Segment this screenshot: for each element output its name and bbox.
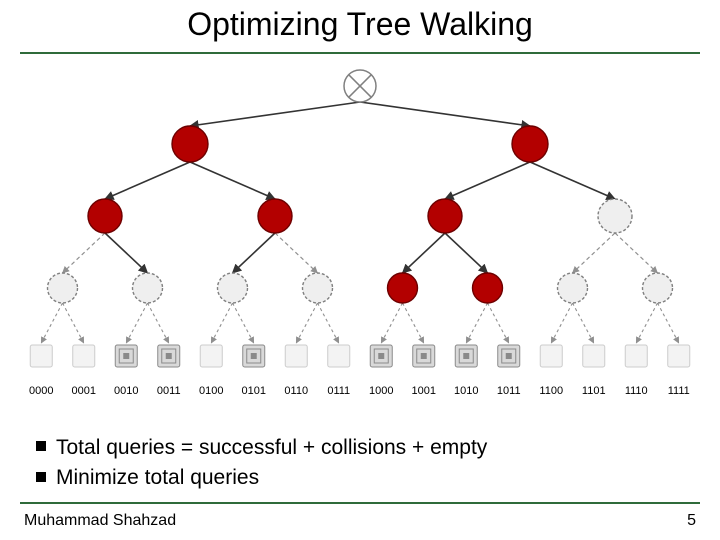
bullet-icon: [36, 441, 46, 451]
footer-page: 5: [687, 512, 696, 530]
svg-text:1110: 1110: [625, 385, 648, 397]
bullet-list: Total queries = successful + collisions …: [36, 432, 684, 495]
svg-text:0010: 0010: [114, 385, 138, 397]
bullet-text: Total queries = successful + collisions …: [56, 436, 487, 459]
tree-diagram: 0000 0001 0010 0011 0100 0101 0110 0111 1000 1001…: [20, 66, 700, 416]
bullet-icon: [36, 472, 46, 482]
bullet-item: Total queries = successful + collisions …: [36, 434, 684, 462]
svg-text:1100: 1100: [539, 385, 563, 397]
svg-text:1011: 1011: [497, 385, 521, 397]
slide-title: Optimizing Tree Walking: [0, 6, 720, 43]
svg-text:0100: 0100: [199, 385, 223, 397]
svg-text:0101: 0101: [242, 385, 266, 397]
rule-bottom: [20, 502, 700, 504]
bullet-item: Minimize total queries: [36, 464, 684, 492]
svg-text:0000: 0000: [29, 385, 53, 397]
svg-text:1111: 1111: [668, 385, 690, 397]
bullet-text: Minimize total queries: [56, 466, 259, 489]
svg-text:1101: 1101: [582, 385, 606, 397]
svg-text:0001: 0001: [72, 385, 96, 397]
svg-text:1010: 1010: [454, 385, 478, 397]
rule-top: [20, 52, 700, 54]
svg-text:1001: 1001: [412, 385, 436, 397]
footer-author: Muhammad Shahzad: [24, 512, 176, 530]
svg-text:0011: 0011: [157, 385, 181, 397]
svg-text:1000: 1000: [369, 385, 393, 397]
svg-text:0111: 0111: [327, 385, 350, 397]
svg-text:0110: 0110: [284, 385, 308, 397]
